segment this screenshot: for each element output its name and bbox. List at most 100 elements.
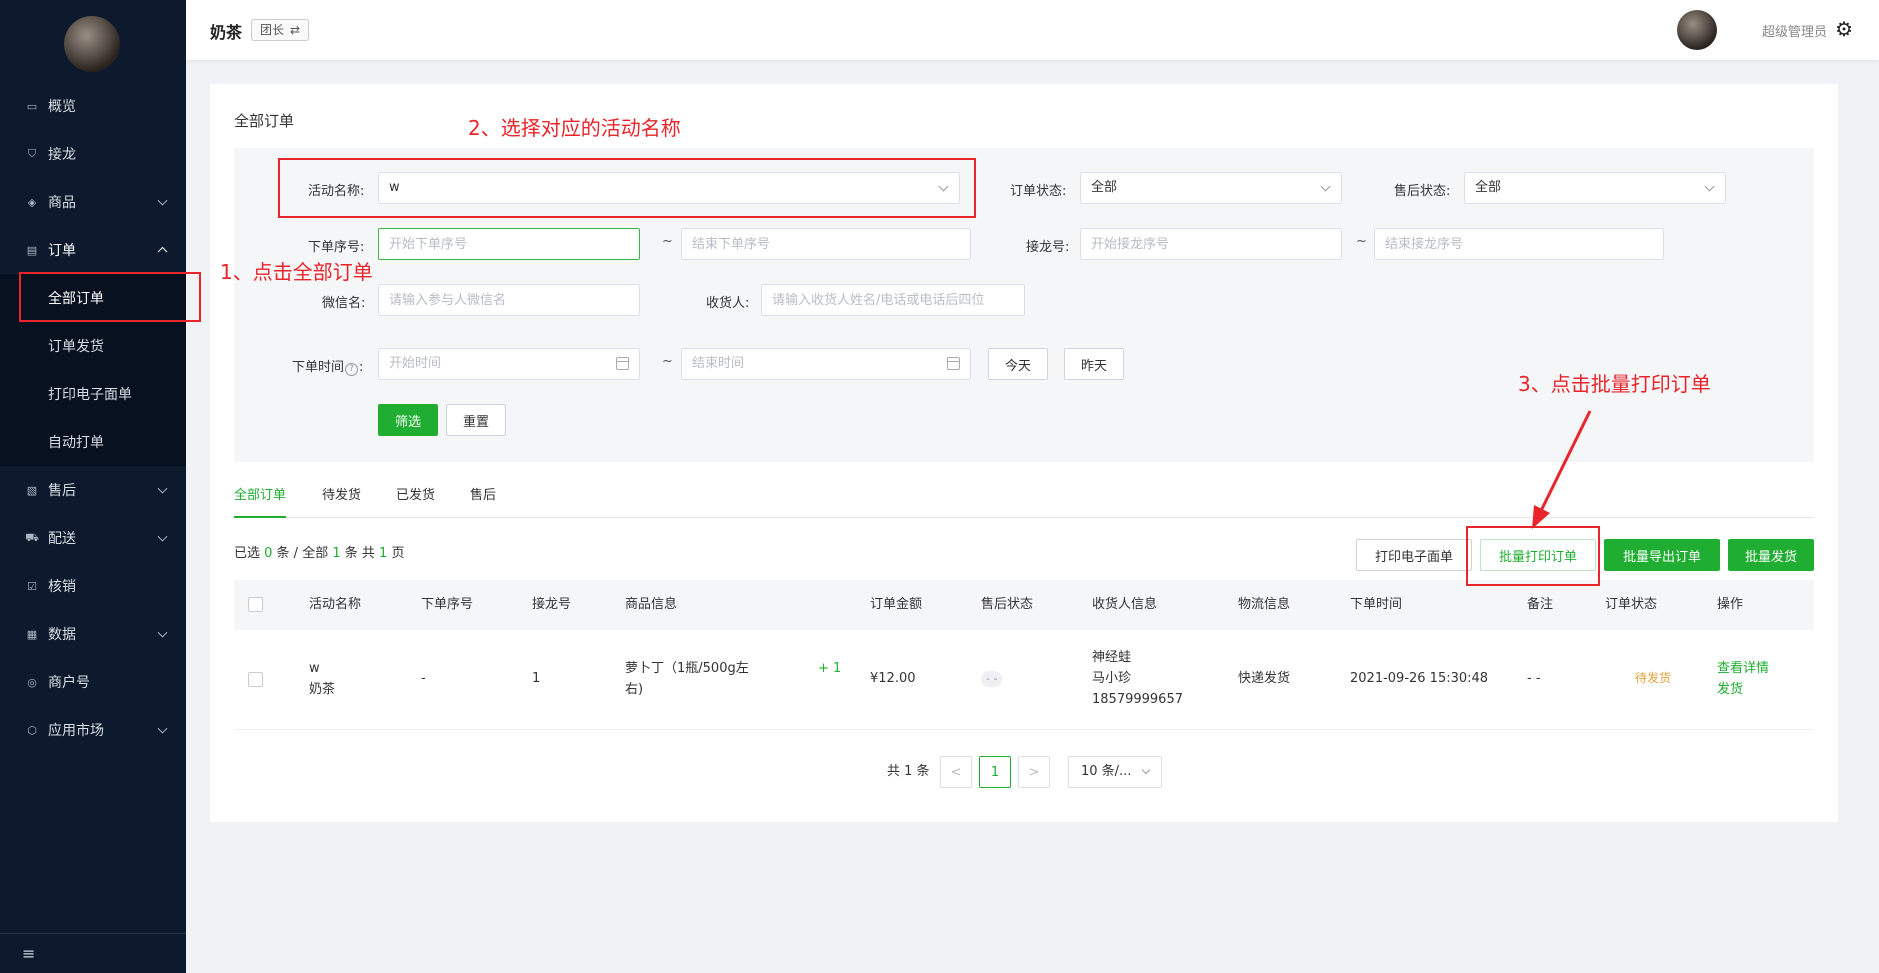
col-product: 商品信息 (625, 597, 678, 612)
jielong-start-input[interactable] (1080, 228, 1342, 260)
select-all-checkbox[interactable] (248, 597, 263, 612)
wechat-name-label: 微信名: (322, 296, 366, 311)
receiver-input[interactable] (761, 284, 1025, 316)
order-time-label: 下单时间?: (292, 360, 364, 376)
chevron-down-icon (157, 723, 168, 734)
sidebar-subitem-print-waybill[interactable]: 打印电子面单 (0, 370, 186, 418)
row-logistics: 快递发货 (1238, 671, 1291, 686)
chevron-down-icon (157, 531, 168, 542)
calendar-icon (616, 357, 629, 370)
tab-aftersale[interactable]: 售后 (470, 478, 496, 518)
col-time: 下单时间 (1350, 597, 1403, 612)
row-order-seq: - (421, 671, 426, 686)
range-separator: ~ (662, 354, 673, 369)
annotation-box-all-orders (19, 272, 201, 322)
sidebar-item-aftersale[interactable]: ▧ 售后 (0, 466, 186, 514)
annotation-step-1: 1、点击全部订单 (220, 260, 373, 284)
tab-all-orders[interactable]: 全部订单 (234, 478, 287, 518)
collapse-menu-button[interactable]: ≡ (0, 933, 186, 973)
range-separator: ~ (1356, 234, 1367, 249)
annotation-box-batch-print (1466, 526, 1600, 586)
merchant-icon: ◎ (27, 675, 37, 689)
chevron-up-icon (157, 246, 168, 257)
table-row: w 奶茶 - 1 萝卜丁（1瓶/500g左 右) + 1 ¥12.00 - - … (234, 630, 1814, 730)
batch-ship-button[interactable]: 批量发货 (1728, 539, 1814, 571)
sidebar-item-orders[interactable]: ▤ 订单 (0, 226, 186, 274)
row-product-name: 萝卜丁（1瓶/500g左 (625, 661, 749, 676)
view-detail-link[interactable]: 查看详情 (1717, 658, 1769, 679)
sidebar-item-goods[interactable]: ◈ 商品 (0, 178, 186, 226)
order-seq-start-input[interactable] (378, 228, 640, 260)
chevron-down-icon (157, 627, 168, 638)
sidebar-item-data[interactable]: ▦ 数据 (0, 610, 186, 658)
order-seq-end-input[interactable] (681, 228, 971, 260)
order-status-select[interactable]: 全部 (1080, 172, 1342, 204)
row-product-qty: + 1 (818, 661, 842, 676)
today-button[interactable]: 今天 (988, 348, 1048, 380)
sidebar-item-verify[interactable]: ☑ 核销 (0, 562, 186, 610)
page-title: 全部订单 (234, 112, 295, 130)
aftersale-status-value: 全部 (1475, 180, 1502, 195)
jielong-label: 接龙号: (1026, 240, 1070, 255)
wechat-name-input[interactable] (378, 284, 640, 316)
sidebar-item-label: 订单 (48, 243, 76, 259)
sidebar-item-jielong[interactable]: ⛉ 接龙 (0, 130, 186, 178)
sidebar-subitem-order-ship[interactable]: 订单发货 (0, 322, 186, 370)
chevron-down-icon (1141, 765, 1151, 775)
gear-icon[interactable]: ⚙ (1835, 18, 1853, 40)
filter-button[interactable]: 筛选 (378, 404, 438, 436)
ship-link[interactable]: 发货 (1717, 679, 1743, 700)
chart-icon: ▦ (26, 627, 38, 641)
jielong-end-input[interactable] (1374, 228, 1664, 260)
shop-avatar[interactable] (64, 16, 120, 72)
aftersale-icon: ▧ (26, 483, 38, 497)
chevron-down-icon (157, 195, 168, 206)
tab-pending-ship[interactable]: 待发货 (322, 478, 361, 518)
sidebar-item-merchant[interactable]: ◎ 商户号 (0, 658, 186, 706)
print-waybill-button[interactable]: 打印电子面单 (1356, 539, 1472, 571)
user-name[interactable]: 超级管理员 (1762, 21, 1827, 40)
page-1-button[interactable]: 1 (979, 756, 1011, 788)
sidebar-subitem-auto-print[interactable]: 自动打单 (0, 418, 186, 466)
role-switch-tag[interactable]: 团长 ⇄ (251, 19, 310, 41)
prev-page-button[interactable]: < (940, 756, 972, 788)
selection-summary: 已选 0 条 / 全部 1 条 共 1 页 (234, 546, 405, 561)
aftersale-status-select[interactable]: 全部 (1464, 172, 1726, 204)
col-receiver: 收货人信息 (1092, 597, 1158, 612)
col-status: 订单状态 (1605, 597, 1658, 612)
range-separator: ~ (662, 234, 673, 249)
col-amount: 订单金额 (870, 597, 923, 612)
user-avatar[interactable] (1677, 10, 1717, 50)
row-checkbox[interactable] (248, 672, 263, 687)
tab-shipped[interactable]: 已发货 (396, 478, 435, 518)
sidebar-item-overview[interactable]: ▭ 概览 (0, 82, 186, 130)
row-aftersale-status: - - (981, 668, 1003, 689)
chevron-down-icon (157, 483, 168, 494)
sidebar-item-label: 配送 (48, 531, 76, 547)
reset-button[interactable]: 重置 (446, 404, 506, 436)
row-product-name-2: 右) (625, 682, 644, 697)
menu-collapse-icon: ≡ (22, 944, 36, 963)
row-amount: ¥12.00 (870, 671, 916, 686)
annotation-step-3: 3、点击批量打印订单 (1518, 372, 1711, 396)
chevron-down-icon (1320, 181, 1331, 192)
calendar-icon (947, 357, 960, 370)
annotation-box-activity (278, 158, 976, 218)
sidebar-item-delivery[interactable]: ⛟ 配送 (0, 514, 186, 562)
batch-export-orders-button[interactable]: 批量导出订单 (1604, 539, 1720, 571)
next-page-button[interactable]: > (1018, 756, 1050, 788)
start-time-picker[interactable]: 开始时间 (378, 348, 640, 380)
col-operation: 操作 (1717, 597, 1744, 612)
sidebar: ▭ 概览 ⛉ 接龙 ◈ 商品 ▤ 订单 全部订单 订单发货 打印电子面单 自动打… (0, 0, 186, 973)
truck-icon: ⛟ (25, 530, 39, 544)
sidebar-item-label: 商户号 (48, 675, 90, 691)
check-icon: ☑ (27, 579, 37, 593)
app-icon: ⬡ (27, 723, 37, 737)
sidebar-item-app-market[interactable]: ⬡ 应用市场 (0, 706, 186, 754)
yesterday-button[interactable]: 昨天 (1064, 348, 1124, 380)
page-size-select[interactable]: 10 条/... (1068, 756, 1162, 788)
end-time-picker[interactable]: 结束时间 (681, 348, 971, 380)
row-order-time: 2021-09-26 15:30:48 (1350, 671, 1489, 686)
help-icon[interactable]: ? (345, 363, 359, 376)
role-label: 团长 (260, 23, 285, 37)
